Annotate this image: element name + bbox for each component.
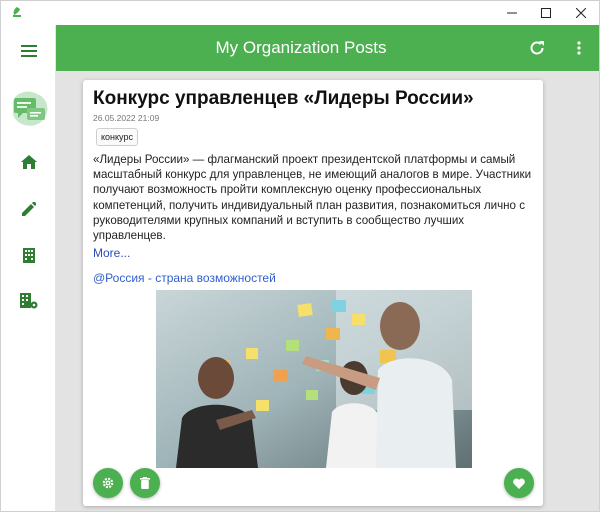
sidebar-item-organization[interactable] bbox=[1, 239, 56, 271]
post-text: «Лидеры России» — флагманский проект пре… bbox=[93, 153, 532, 243]
sidebar-item-home[interactable] bbox=[1, 146, 56, 178]
post-title: Конкурс управленцев «Лидеры России» bbox=[93, 88, 474, 109]
app-window-icon bbox=[13, 7, 21, 17]
delete-icon bbox=[140, 477, 150, 489]
app-window: My Organization Posts Конкурс управленце… bbox=[0, 0, 600, 512]
app-bar-title: My Organization Posts bbox=[215, 38, 387, 57]
app-logo bbox=[5, 84, 53, 132]
building-icon bbox=[22, 247, 35, 263]
favorite-icon bbox=[513, 478, 525, 489]
delete-button[interactable] bbox=[130, 468, 160, 498]
minimize-icon bbox=[507, 12, 517, 14]
title-bar bbox=[1, 1, 599, 25]
close-button[interactable] bbox=[564, 1, 598, 25]
sidebar-item-organization-settings[interactable] bbox=[1, 285, 56, 317]
menu-icon bbox=[20, 45, 37, 57]
close-icon bbox=[576, 8, 586, 18]
more-vert-icon bbox=[577, 41, 581, 55]
hashtag-link[interactable]: @Россия - страна возможностей bbox=[93, 271, 276, 285]
more-options-button[interactable] bbox=[565, 34, 593, 62]
sidebar-item-edit[interactable] bbox=[1, 193, 56, 225]
refresh-button[interactable] bbox=[523, 34, 551, 62]
settings-button[interactable] bbox=[93, 468, 123, 498]
sidebar bbox=[1, 25, 56, 511]
post-date: 26.05.2022 21:09 bbox=[93, 113, 160, 123]
building-settings-icon bbox=[19, 293, 37, 309]
post-card: Конкурс управленцев «Лидеры России» 26.0… bbox=[83, 80, 543, 506]
pencil-icon bbox=[21, 202, 36, 216]
favorite-button[interactable] bbox=[504, 468, 534, 498]
minimize-button[interactable] bbox=[495, 1, 529, 25]
more-link[interactable]: More... bbox=[93, 246, 130, 260]
app-bar: My Organization Posts bbox=[56, 25, 599, 71]
posts-list[interactable]: Конкурс управленцев «Лидеры России» 26.0… bbox=[56, 71, 599, 511]
home-icon bbox=[20, 155, 37, 169]
refresh-icon bbox=[530, 41, 544, 55]
maximize-icon bbox=[541, 8, 551, 18]
post-tag[interactable]: конкурс bbox=[96, 128, 138, 146]
post-image bbox=[156, 290, 472, 468]
maximize-button[interactable] bbox=[529, 1, 563, 25]
settings-icon bbox=[102, 477, 114, 489]
menu-button[interactable] bbox=[1, 35, 56, 67]
